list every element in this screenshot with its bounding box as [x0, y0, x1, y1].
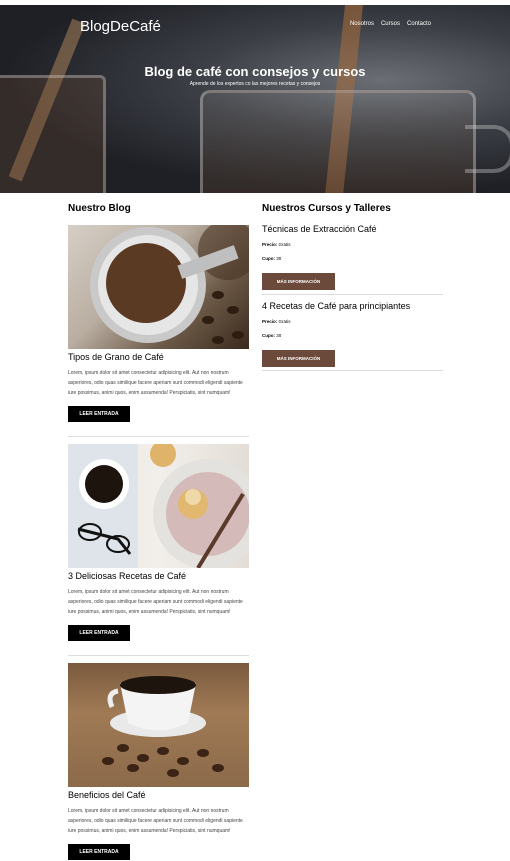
course-price: Precio: Gratis	[262, 319, 291, 324]
divider	[262, 370, 443, 371]
course-price: Precio: Gratis	[262, 242, 291, 247]
coffee-grounds-image[interactable]	[68, 225, 249, 349]
nav-item-contacto[interactable]: Contacto	[407, 21, 431, 27]
blog-post: Beneficios del Café Lorem, ipsum dolor s…	[68, 663, 249, 860]
coffee-cup-cupcake-image[interactable]	[68, 444, 249, 568]
courses-heading: Nuestros Cursos y Talleres	[262, 203, 391, 214]
hero-background-image	[0, 5, 510, 193]
post-title[interactable]: 3 Deliciosas Recetas de Café	[68, 571, 249, 581]
hero-title: Blog de café con consejos y cursos	[144, 64, 366, 79]
nav-item-cursos[interactable]: Cursos	[381, 21, 400, 27]
blog-post: Tipos de Grano de Café Lorem, ipsum dolo…	[68, 225, 249, 422]
courses-section: Nuestros Cursos y Talleres Técnicas de E…	[262, 203, 443, 371]
post-excerpt: Lorem, ipsum dolor sit amet consectetur …	[68, 808, 243, 834]
course-quota: Cupo: 30	[262, 333, 282, 338]
coffee-cup-beans-image[interactable]	[68, 663, 249, 787]
post-excerpt: Lorem, ipsum dolor sit amet consectetur …	[68, 589, 243, 615]
course-item: Técnicas de Extracción Café Precio: Grat…	[262, 224, 443, 290]
divider	[68, 655, 249, 656]
divider	[68, 436, 249, 437]
course-title: 4 Recetas de Café para principiantes	[262, 301, 411, 311]
site-logo[interactable]: BlogDeCafé	[80, 18, 161, 35]
course-info-button[interactable]: MÁS INFORMACIÓN	[262, 273, 335, 290]
course-info-button[interactable]: MÁS INFORMACIÓN	[262, 350, 335, 367]
post-excerpt: Lorem, ipsum dolor sit amet consectetur …	[68, 370, 243, 396]
nav-item-nosotros[interactable]: Nosotros	[350, 21, 374, 27]
read-post-button[interactable]: LEER ENTRADA	[68, 844, 130, 860]
main-nav: Nosotros Cursos Contacto	[350, 21, 431, 27]
hero-subtitle: Aprende de los expertos co las mejores r…	[189, 81, 321, 87]
post-title[interactable]: Tipos de Grano de Café	[68, 352, 249, 362]
course-item: 4 Recetas de Café para principiantes Pre…	[262, 301, 443, 367]
divider	[262, 294, 443, 295]
read-post-button[interactable]: LEER ENTRADA	[68, 406, 130, 422]
read-post-button[interactable]: LEER ENTRADA	[68, 625, 130, 641]
course-title: Técnicas de Extracción Café	[262, 224, 377, 234]
blog-post: 3 Deliciosas Recetas de Café Lorem, ipsu…	[68, 444, 249, 641]
course-quota: Cupo: 30	[262, 256, 282, 261]
post-title[interactable]: Beneficios del Café	[68, 790, 249, 800]
blog-section: Nuestro Blog Tipos de Grano de Café Lore…	[68, 203, 249, 860]
blog-heading: Nuestro Blog	[68, 203, 131, 214]
